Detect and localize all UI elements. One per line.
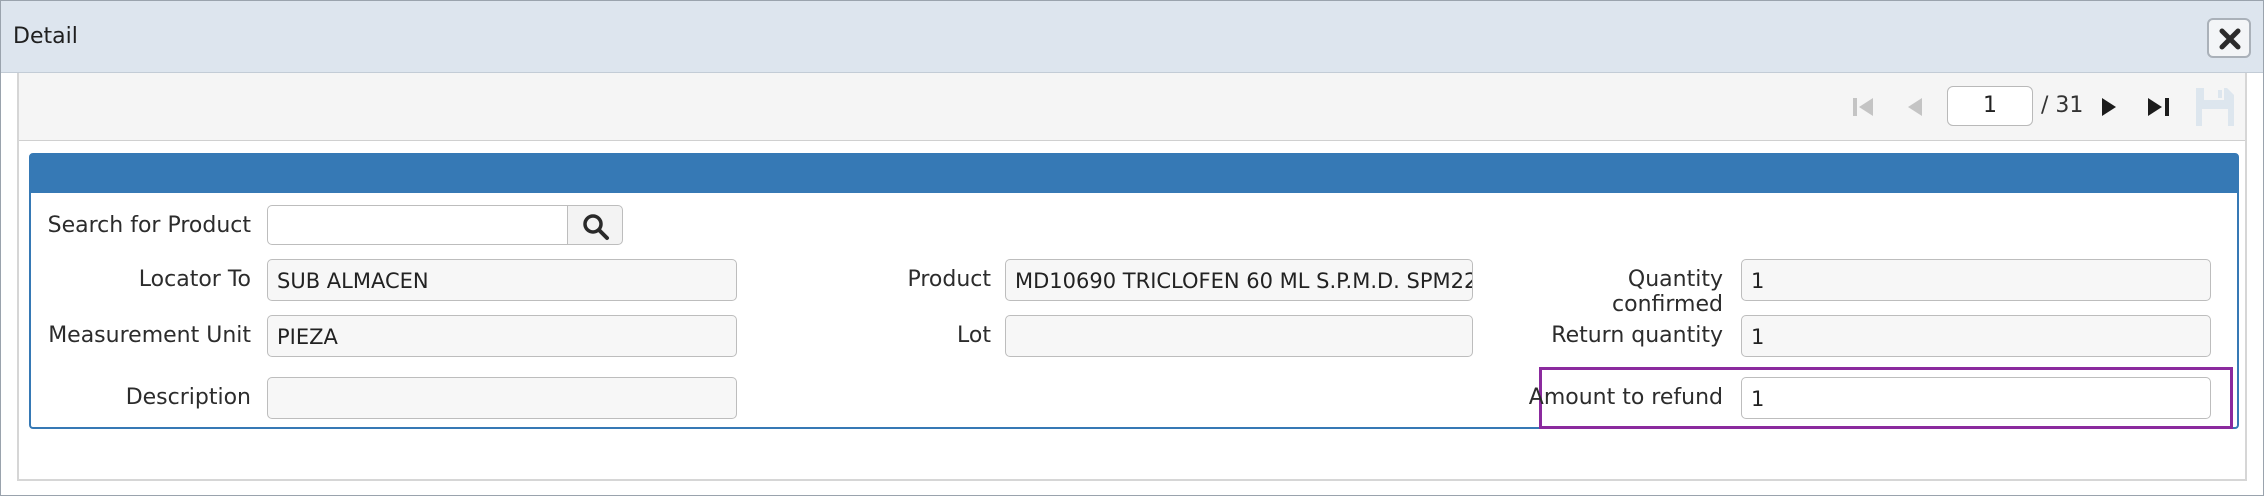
- locator-to-field[interactable]: SUB ALMACEN: [267, 259, 737, 301]
- previous-page-icon[interactable]: [1905, 95, 1925, 119]
- quantity-confirmed-field[interactable]: 1: [1741, 259, 2211, 301]
- record-toolbar: 1 / 31: [19, 73, 2245, 141]
- measurement-unit-field[interactable]: PIEZA: [267, 315, 737, 357]
- return-quantity-label: Return quantity: [1551, 323, 1723, 348]
- detail-window: Detail 1 / 31 Search for Product Locator…: [0, 0, 2264, 496]
- next-page-icon[interactable]: [2099, 95, 2119, 119]
- description-label: Description: [125, 385, 251, 410]
- product-field[interactable]: MD10690 TRICLOFEN 60 ML S.P.M.D. SPM225: [1005, 259, 1473, 301]
- page-total: / 31: [2041, 93, 2084, 118]
- detail-form-panel: Search for Product Locator To SUB ALMACE…: [29, 153, 2239, 429]
- description-field[interactable]: [267, 377, 737, 419]
- measurement-unit-label: Measurement Unit: [48, 323, 251, 348]
- close-icon: [2219, 28, 2241, 50]
- lot-label: Lot: [957, 323, 991, 348]
- quantity-confirmed-label: Quantity confirmed: [1612, 267, 1723, 317]
- return-quantity-field[interactable]: 1: [1741, 315, 2211, 357]
- locator-to-label: Locator To: [138, 267, 251, 292]
- window-title: Detail: [13, 24, 78, 49]
- amount-to-refund-label: Amount to refund: [1528, 385, 1723, 410]
- search-icon: [583, 214, 609, 240]
- close-button[interactable]: [2207, 18, 2251, 58]
- save-icon[interactable]: [2193, 85, 2237, 129]
- page-number-input[interactable]: 1: [1947, 86, 2033, 126]
- search-for-product-input[interactable]: [267, 205, 569, 245]
- last-page-icon[interactable]: [2145, 95, 2173, 119]
- first-page-icon[interactable]: [1851, 95, 1877, 119]
- panel-header: [31, 155, 2237, 193]
- lot-field[interactable]: [1005, 315, 1473, 357]
- product-label: Product: [907, 267, 991, 292]
- detail-content: 1 / 31 Search for Product Locator To SUB…: [17, 73, 2247, 481]
- search-product-button[interactable]: [567, 205, 623, 245]
- amount-to-refund-input[interactable]: 1: [1741, 377, 2211, 419]
- title-bar: Detail: [1, 1, 2263, 73]
- search-for-product-label: Search for Product: [47, 213, 251, 238]
